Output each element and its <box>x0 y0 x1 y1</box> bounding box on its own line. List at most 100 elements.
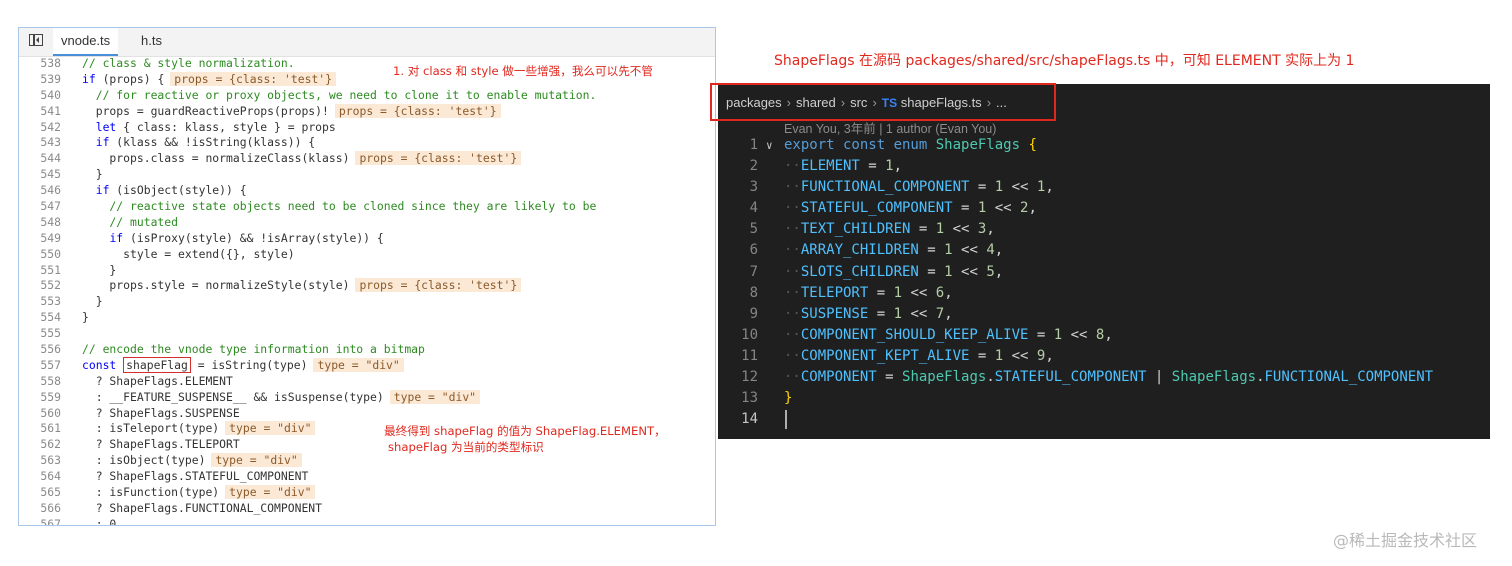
left-editor-panel: vnode.ts h.ts 538 // class & style normal… <box>18 27 716 526</box>
inline-value-hint: type = "div" <box>313 357 404 372</box>
code-text: ··ARRAY_CHILDREN = 1 << 4, <box>784 242 1004 259</box>
code-line: 563 : isObject(type) type = "div" <box>19 453 715 469</box>
sidebar-toggle-icon[interactable] <box>29 34 43 46</box>
line-number: 4 <box>749 200 758 217</box>
code-text: ··SUSPENSE = 1 << 7, <box>784 305 953 322</box>
code-text: : 0 <box>82 516 117 526</box>
code-text: const shapeFlag = isString(type) type = "… <box>82 356 404 374</box>
editor-tab-bar: vnode.ts h.ts <box>19 28 715 57</box>
code-line: 560 ? ShapeFlags.SUSPENSE <box>19 406 715 422</box>
code-text: // for reactive or proxy objects, we nee… <box>82 87 597 102</box>
code-text: ··FUNCTIONAL_COMPONENT = 1 << 1, <box>784 179 1054 196</box>
code-text: ··COMPONENT_KEPT_ALIVE = 1 << 9, <box>784 347 1054 364</box>
tab-vnode-ts[interactable]: vnode.ts <box>53 28 119 56</box>
line-number: 547 <box>40 199 61 214</box>
inline-value-hint: props = {class: 'test'} <box>334 103 501 118</box>
breadcrumb-highlight-box <box>710 83 1056 121</box>
line-number: 545 <box>40 167 61 182</box>
code-line: 11 ··COMPONENT_KEPT_ALIVE = 1 << 9, <box>718 346 1490 367</box>
code-line: 546 if (isObject(style)) { <box>19 183 715 199</box>
fold-chevron-icon[interactable]: ∨ <box>766 135 773 156</box>
code-text: ? ShapeFlags.FUNCTIONAL_COMPONENT <box>82 500 323 515</box>
line-number: 555 <box>40 326 61 341</box>
code-line: 559 : __FEATURE_SUSPENSE__ && isSuspense… <box>19 389 715 406</box>
code-line: 13} <box>718 388 1490 409</box>
inline-value-hint: type = "div" <box>225 421 316 436</box>
line-number: 6 <box>749 242 758 259</box>
line-number: 565 <box>40 485 61 500</box>
line-number: 548 <box>40 214 61 229</box>
code-line: 550 style = extend({}, style) <box>19 246 715 263</box>
code-text: // encode the vnode type information int… <box>82 342 425 357</box>
shapeflags-source-annotation: ShapeFlags 在源码 packages/shared/src/shape… <box>774 53 1355 69</box>
line-number: 559 <box>40 389 61 404</box>
line-number: 554 <box>40 310 61 325</box>
line-number: 544 <box>40 151 61 166</box>
annotation-shapeflag-line1: 最终得到 shapeFlag 的值为 ShapeFlag.ELEMENT， <box>384 424 666 438</box>
line-number: 540 <box>40 87 61 102</box>
code-text: style = extend({}, style) <box>82 246 295 261</box>
annotation-shapeflag-line2: shapeFlag 为当前的类型标识 <box>388 440 544 454</box>
code-text: props.style = normalizeStyle(style) props… <box>82 278 522 294</box>
code-text: } <box>82 310 89 325</box>
line-number: 5 <box>749 221 758 238</box>
code-line: 555 <box>19 326 715 342</box>
code-text: if (props) {props = {class: 'test'} <box>82 71 337 88</box>
code-text: ··TEXT_CHILDREN = 1 << 3, <box>784 221 995 238</box>
text-cursor <box>785 410 787 430</box>
code-text: // class & style normalization. <box>82 56 295 70</box>
line-number: 9 <box>749 305 758 322</box>
code-line: 548 // mutated <box>19 214 715 231</box>
code-line: 552 props.style = normalizeStyle(style) p… <box>19 278 715 294</box>
line-number: 14 <box>741 411 758 428</box>
line-number: 556 <box>40 342 61 357</box>
line-number: 1 <box>749 137 758 153</box>
code-line: 12 ··COMPONENT = ShapeFlags.STATEFUL_COMP… <box>718 367 1490 388</box>
line-number: 541 <box>40 103 61 118</box>
code-line: 2 ··ELEMENT = 1, <box>718 156 1490 177</box>
line-number: 553 <box>40 294 61 309</box>
code-line: 553 } <box>19 294 715 310</box>
line-number: 12 <box>741 369 758 386</box>
left-code-area[interactable]: 538 // class & style normalization. 539 if … <box>19 56 715 526</box>
code-line: 542 let { class: klass, style } = props <box>19 119 715 136</box>
line-number: 539 <box>40 71 61 86</box>
code-text: : isFunction(type) type = "div" <box>82 485 316 501</box>
code-line: 9 ··SUSPENSE = 1 << 7, <box>718 304 1490 325</box>
inline-value-hint: props = {class: 'test'} <box>170 71 337 86</box>
line-number: 550 <box>40 246 61 261</box>
code-line: 544 props.class = normalizeClass(klass) p… <box>19 151 715 167</box>
line-number: 538 <box>40 56 61 70</box>
code-text: ··STATEFUL_COMPONENT = 1 << 2, <box>784 200 1037 217</box>
code-line: 562 ? ShapeFlags.TELEPORT <box>19 437 715 453</box>
code-text: ? ShapeFlags.TELEPORT <box>82 437 240 452</box>
code-line: 564 ? ShapeFlags.STATEFUL_COMPONENT <box>19 469 715 485</box>
code-text: : isTeleport(type) type = "div" <box>82 421 316 437</box>
code-text: ··COMPONENT = ShapeFlags.STATEFUL_COMPON… <box>784 369 1434 386</box>
inline-value-hint: type = "div" <box>225 485 316 500</box>
code-line: 5 ··TEXT_CHILDREN = 1 << 3, <box>718 219 1490 240</box>
right-code-area[interactable]: 1 ∨ export const enum ShapeFlags { 2 ··ELEME… <box>718 135 1490 430</box>
code-line: 547 // reactive state objects need to be… <box>19 199 715 215</box>
code-text: } <box>82 294 103 309</box>
line-number: 562 <box>40 437 61 452</box>
code-text: ··ELEMENT = 1, <box>784 158 903 175</box>
code-text: : isObject(type) type = "div" <box>82 453 302 469</box>
line-number: 563 <box>40 453 61 468</box>
line-number: 13 <box>741 390 758 407</box>
tab-h-ts[interactable]: h.ts <box>133 28 170 56</box>
line-number: 542 <box>40 119 61 134</box>
code-line: 556 // encode the vnode type information … <box>19 342 715 358</box>
inline-value-hint: props = {class: 'test'} <box>355 151 522 166</box>
right-editor-panel: packages › shared › src › TS shapeFlags.ts ›...… <box>718 84 1490 439</box>
code-text: // reactive state objects need to be clo… <box>82 199 597 214</box>
code-text: // mutated <box>82 214 179 229</box>
line-number: 10 <box>741 326 758 343</box>
line-number: 558 <box>40 373 61 388</box>
code-line: 551 } <box>19 263 715 279</box>
watermark: @稀土掘金技术社区 <box>1333 531 1478 550</box>
line-number: 567 <box>40 516 61 526</box>
code-text: export const enum ShapeFlags { <box>784 137 1037 153</box>
code-text: ? ShapeFlags.ELEMENT <box>82 373 233 388</box>
code-line: 554} <box>19 310 715 326</box>
